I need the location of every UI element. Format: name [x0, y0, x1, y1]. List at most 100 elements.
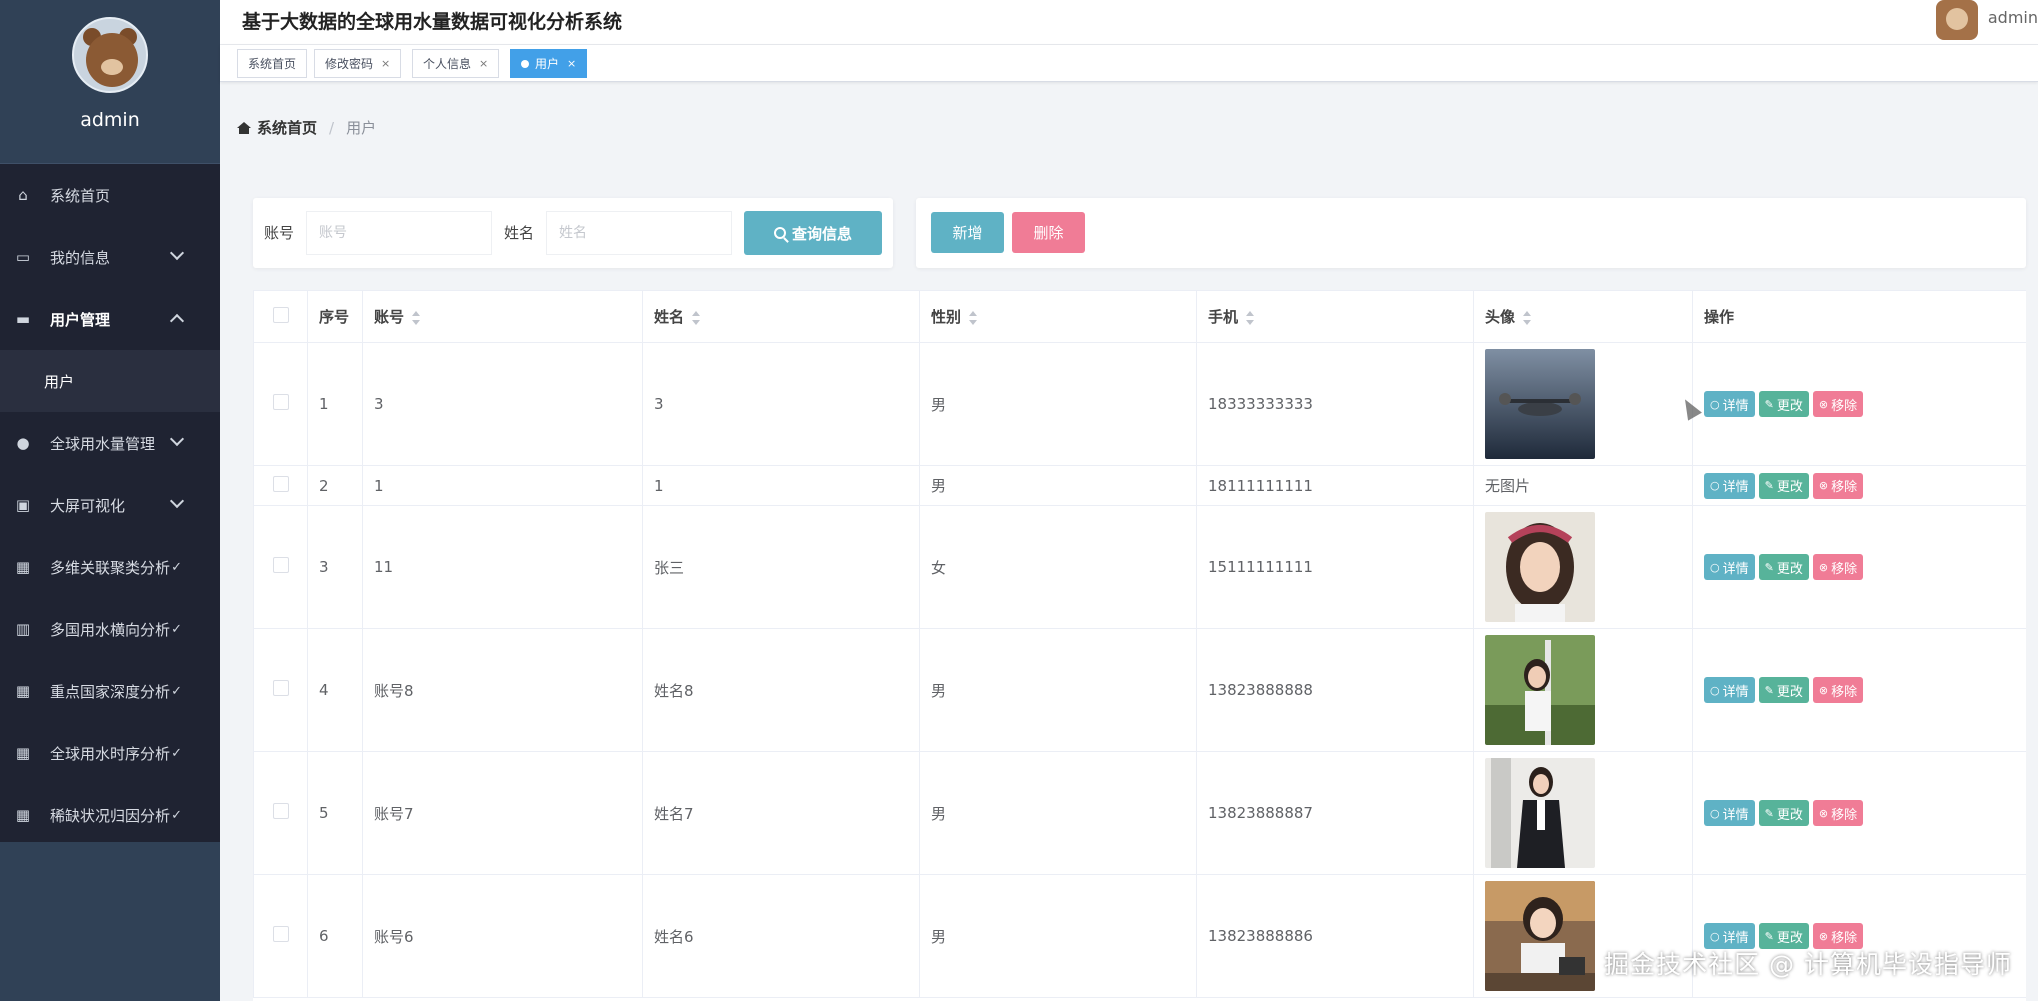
select-all-checkbox[interactable]	[272, 306, 289, 323]
menu-item-my-info[interactable]: ▭ 我的信息	[0, 226, 220, 288]
tab-change-password[interactable]: 修改密码 ×	[314, 49, 402, 78]
menu-item-user-mgmt[interactable]: ▬ 用户管理	[0, 288, 220, 350]
row-checkbox[interactable]	[272, 394, 289, 410]
edit-button[interactable]: ✎ 更改	[1758, 800, 1809, 826]
user-avatar[interactable]	[72, 17, 148, 93]
row-checkbox[interactable]	[272, 803, 289, 819]
cell-name: 姓名8	[642, 628, 920, 752]
home-icon	[237, 121, 251, 134]
tab-user[interactable]: 用户 ×	[510, 49, 588, 78]
cell-name: 姓名6	[642, 874, 920, 998]
sort-icon[interactable]	[692, 310, 701, 325]
account-input[interactable]	[306, 211, 492, 255]
pencil-icon: ✎	[1764, 683, 1774, 697]
remove-button[interactable]: ⊗ 移除	[1812, 800, 1864, 826]
pencil-icon: ✎	[1764, 397, 1774, 411]
row-checkbox[interactable]	[272, 475, 289, 492]
cell-gender: 男	[919, 628, 1197, 752]
cell-avatar	[1473, 505, 1693, 629]
chevron-down-icon	[169, 493, 185, 509]
remove-button[interactable]: ⊗ 移除	[1812, 391, 1864, 417]
search-icon	[773, 227, 786, 239]
col-avatar[interactable]: 头像	[1473, 290, 1693, 343]
menu-item-timeseries[interactable]: ▦ 全球用水时序分析 ✓	[0, 722, 220, 784]
action-card: 新增 删除	[916, 198, 2026, 268]
pencil-icon: ✎	[1764, 479, 1774, 492]
close-circle-icon: ⊗	[1818, 560, 1829, 574]
row-checkbox[interactable]	[272, 557, 289, 573]
remove-button[interactable]: ⊗ 移除	[1812, 554, 1864, 580]
tab-personal-info[interactable]: 个人信息 ×	[412, 49, 500, 78]
detail-button[interactable]: ○ 详情	[1704, 554, 1755, 580]
col-phone[interactable]: 手机	[1196, 290, 1474, 343]
menu-item-horizontal[interactable]: ▥ 多国用水横向分析 ✓	[0, 598, 220, 660]
sort-icon[interactable]	[1523, 310, 1532, 325]
close-icon[interactable]: ×	[479, 57, 488, 70]
edit-button[interactable]: ✎ 更改	[1758, 677, 1809, 703]
clipboard-icon: ▣	[15, 496, 31, 514]
close-icon[interactable]: ×	[567, 57, 576, 70]
detail-button[interactable]: ○ 详情	[1704, 800, 1755, 826]
row-checkbox[interactable]	[272, 926, 289, 942]
detail-button[interactable]: ○ 详情	[1704, 391, 1755, 417]
menu-subitem-user[interactable]: 用户	[0, 350, 220, 412]
sort-icon[interactable]	[412, 310, 421, 325]
sidebar-menu: ⌂ 系统首页 ▭ 我的信息 ▬ 用户管理 用户 ● 全球用水量管理 ▣ 大屏可视…	[0, 164, 220, 842]
sidebar-profile: admin	[0, 0, 220, 164]
header-avatar[interactable]	[1936, 0, 1978, 40]
cell-phone: 13823888887	[1196, 751, 1474, 875]
menu-item-home[interactable]: ⌂ 系统首页	[0, 164, 220, 226]
chevron-check-icon: ✓	[171, 621, 182, 637]
menu-item-scarcity[interactable]: ▦ 稀缺状况归因分析 ✓	[0, 784, 220, 846]
chevron-check-icon: ✓	[171, 807, 182, 823]
edit-button[interactable]: ✎ 更改	[1758, 554, 1809, 580]
delete-button[interactable]: 删除	[1012, 212, 1085, 253]
close-icon[interactable]: ×	[381, 57, 390, 70]
detail-button[interactable]: ○ 详情	[1704, 677, 1755, 703]
name-input[interactable]	[546, 211, 732, 255]
table-row: 5 账号7 姓名7 男 13823888887 ○ 详情 ✎ 更改 ⊗ 移除	[253, 751, 2026, 875]
query-button[interactable]: 查询信息	[744, 211, 882, 255]
breadcrumb-home[interactable]: 系统首页	[257, 117, 317, 138]
cell-phone: 15111111111	[1196, 505, 1474, 629]
col-gender[interactable]: 性别	[919, 290, 1197, 343]
sort-icon[interactable]	[1246, 310, 1255, 325]
row-checkbox[interactable]	[272, 680, 289, 696]
cell-phone: 13823888888	[1196, 628, 1474, 752]
menu-item-depth[interactable]: ▦ 重点国家深度分析 ✓	[0, 660, 220, 722]
menu-item-cluster[interactable]: ▦ 多维关联聚类分析 ✓	[0, 536, 220, 598]
remove-button[interactable]: ⊗ 移除	[1812, 677, 1864, 703]
cell-name: 3	[642, 342, 920, 466]
monitor-icon: ▬	[15, 310, 31, 328]
no-image-text: 无图片	[1485, 477, 1531, 495]
cell-gender: 男	[919, 342, 1197, 466]
menu-item-water-mgmt[interactable]: ● 全球用水量管理	[0, 412, 220, 474]
remove-button[interactable]: ⊗ 移除	[1812, 472, 1864, 499]
avatar-image	[1485, 635, 1692, 745]
col-name[interactable]: 姓名	[642, 290, 920, 343]
detail-button[interactable]: ○ 详情	[1704, 472, 1755, 499]
cell-gender: 男	[919, 465, 1197, 506]
header-username[interactable]: admin	[1988, 8, 2038, 27]
edit-button[interactable]: ✎ 更改	[1758, 391, 1809, 417]
edit-button[interactable]: ✎ 更改	[1758, 472, 1809, 499]
tab-home[interactable]: 系统首页	[237, 49, 308, 78]
cell-index: 3	[307, 505, 363, 629]
cell-phone: 13823888886	[1196, 874, 1474, 998]
menu-item-bigscreen[interactable]: ▣ 大屏可视化	[0, 474, 220, 536]
chevron-check-icon: ✓	[171, 745, 182, 761]
col-account[interactable]: 账号	[362, 290, 643, 343]
grid-icon: ▦	[15, 744, 31, 762]
table-header-row: 序号 账号 姓名 性别 手机 头像 操作	[253, 290, 2026, 343]
grid-icon: ▦	[15, 682, 31, 700]
grid-icon: ▦	[15, 806, 31, 824]
cell-account: 3	[362, 342, 643, 466]
cell-gender: 男	[919, 874, 1197, 998]
book-icon: ▥	[15, 620, 31, 638]
add-button[interactable]: 新增	[931, 212, 1004, 253]
sort-icon[interactable]	[969, 310, 978, 325]
cell-index: 2	[307, 465, 363, 506]
chevron-down-icon	[169, 245, 185, 261]
cell-index: 1	[307, 342, 363, 466]
table-row: 3 11 张三女 15111111111 ○ 详情 ✎ 更改 ⊗ 移除	[253, 505, 2026, 629]
